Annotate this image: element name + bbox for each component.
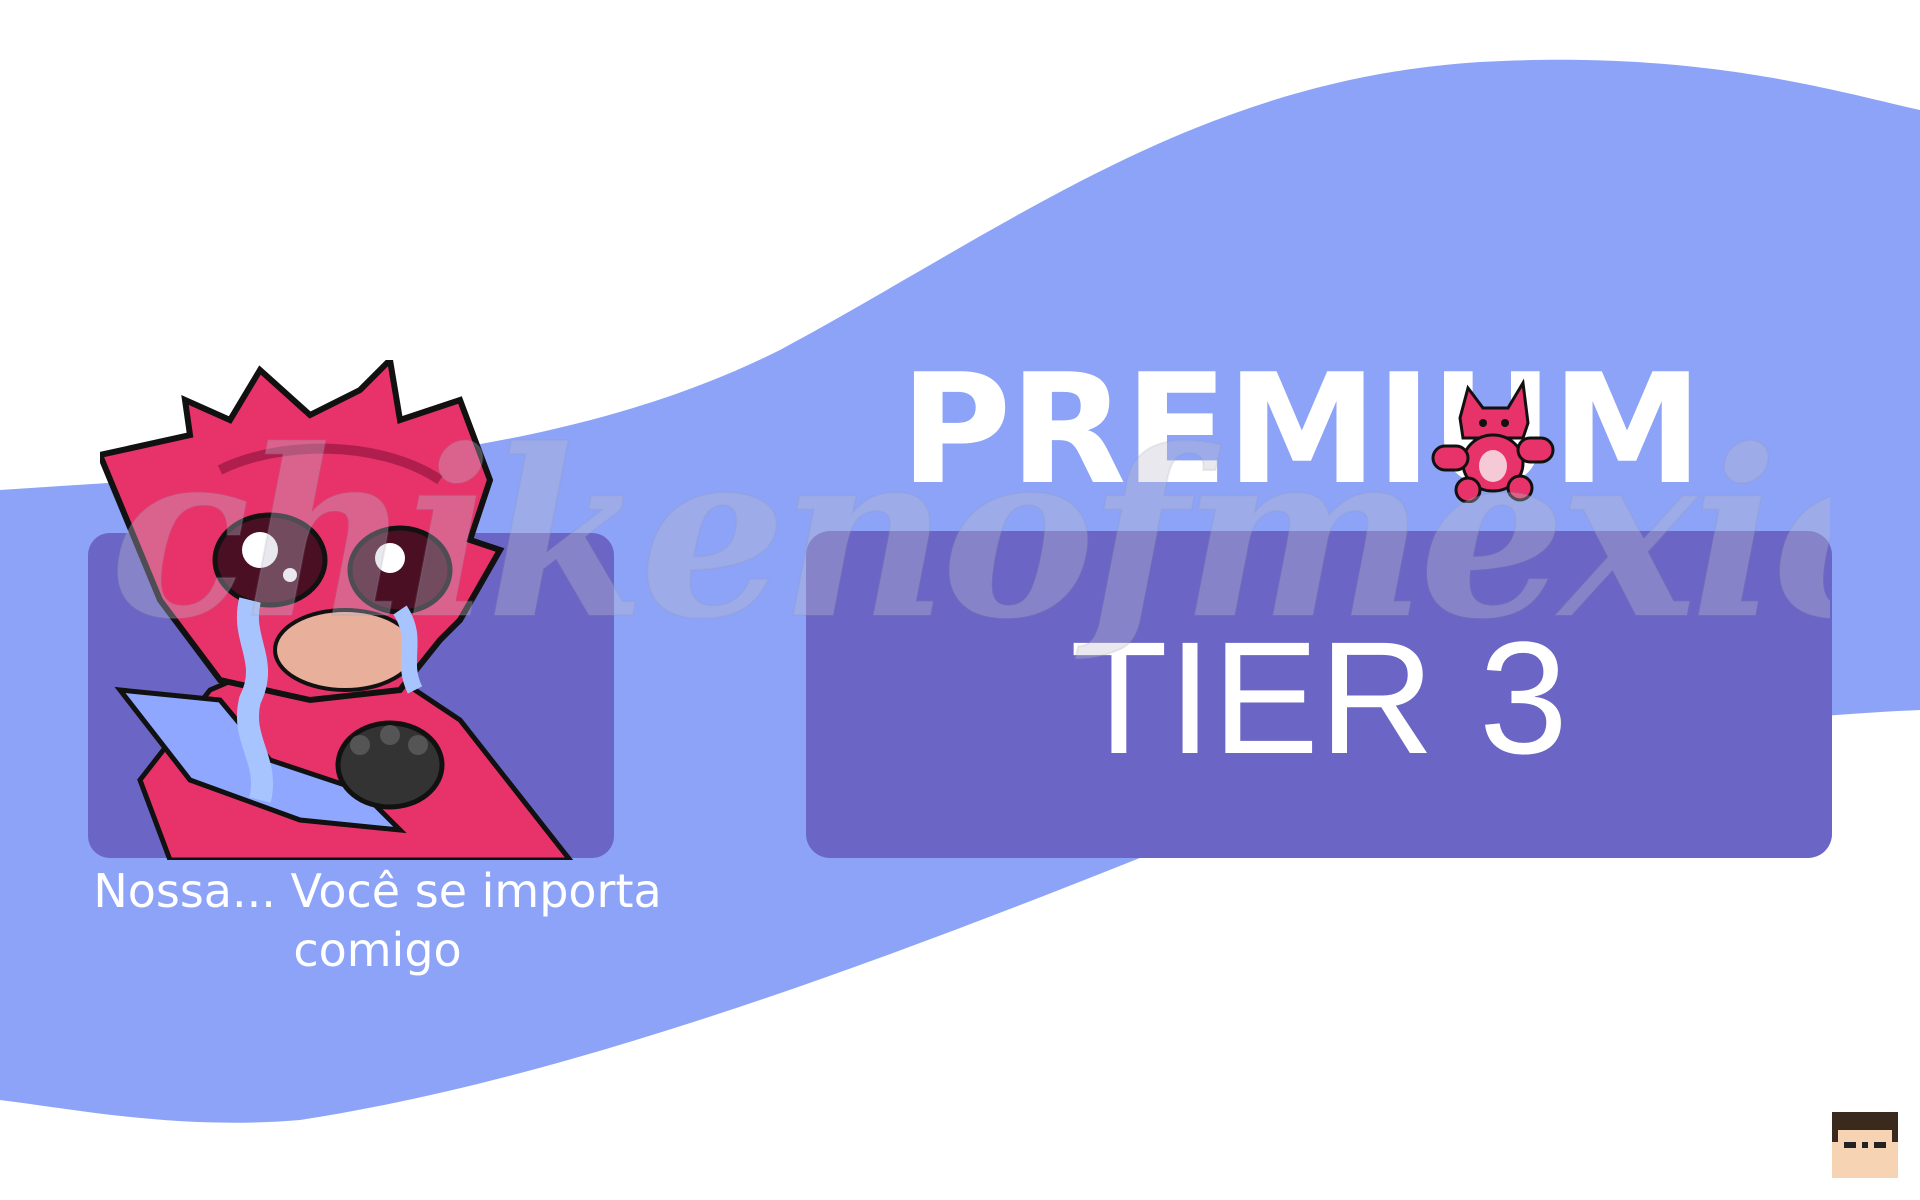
pixel-face-avatar-icon [1832, 1112, 1898, 1178]
watermark-text: chikenofmexico [110, 399, 1830, 671]
emote-caption: Nossa... Você se importa comigo [93, 864, 662, 977]
